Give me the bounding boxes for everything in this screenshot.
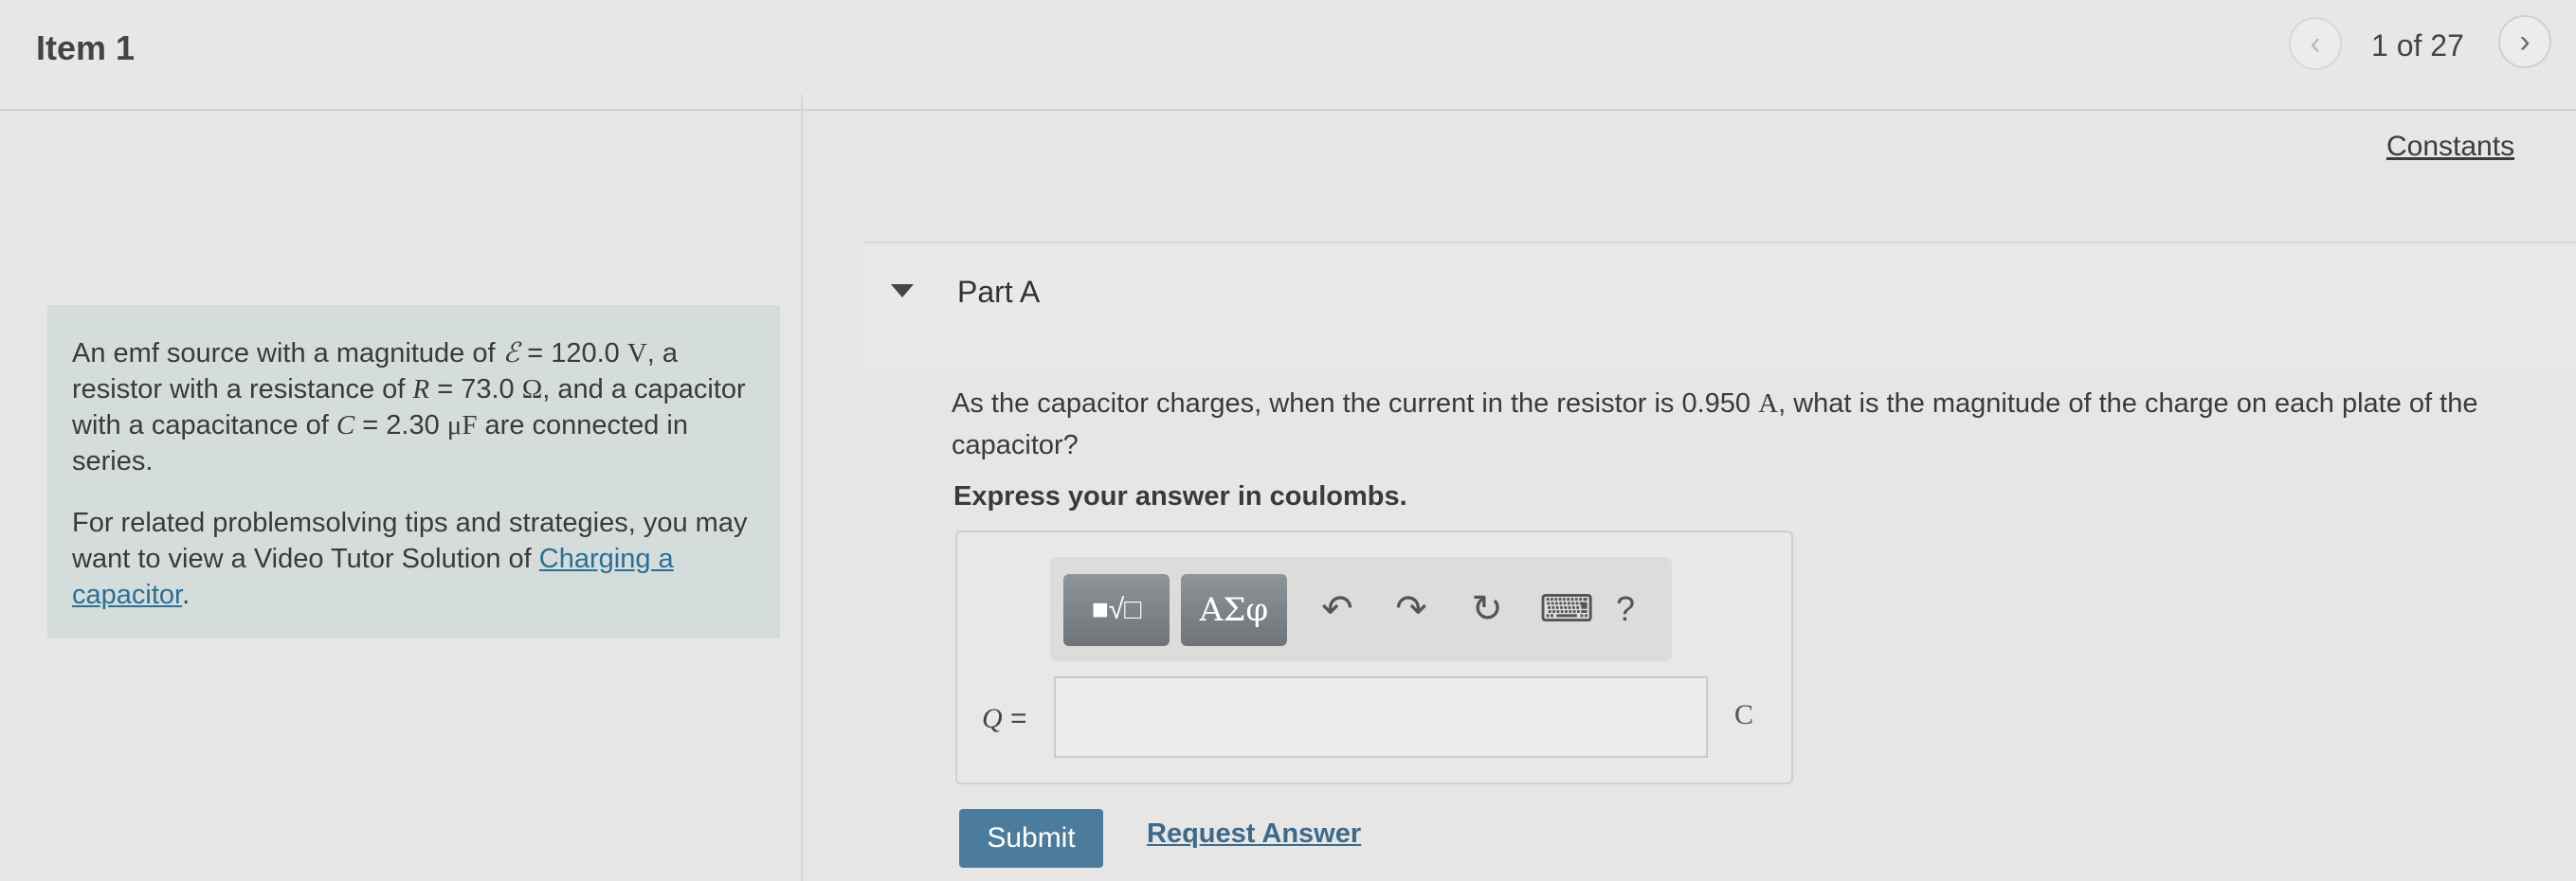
math-toolbar: ■√□ ΑΣφ ↶ ↷ ↻ ⌨ ? [1050,557,1672,661]
greek-symbols-icon: ΑΣφ [1199,591,1269,629]
answer-instruction: Express your answer in coulombs. [953,481,1407,512]
greek-symbols-button[interactable]: ΑΣφ [1181,574,1287,646]
submit-button[interactable]: Submit [959,809,1103,868]
question-text: As the capacitor charges, when the curre… [952,388,2478,460]
page-count: 1 of 27 [2371,28,2464,63]
reset-icon[interactable]: ↻ [1463,585,1511,633]
undo-icon[interactable]: ↶ [1314,585,1361,633]
answer-variable-label: Q = [982,703,1027,734]
tips-paragraph: For related problemsolving tips and stra… [72,508,748,610]
redo-icon[interactable]: ↷ [1388,585,1435,633]
next-item-button[interactable]: › [2498,15,2551,68]
top-bar: Item 1 ‹ 1 of 27 › [0,0,2576,111]
part-header [862,242,2576,367]
templates-icon: ■√□ [1091,594,1142,625]
answer-unit: C [1734,699,1754,730]
constants-link[interactable]: Constants [2386,131,2514,163]
request-answer-link[interactable]: Request Answer [1147,818,1361,850]
chevron-right-icon: › [2519,23,2531,60]
previous-item-button[interactable]: ‹ [2289,17,2342,70]
help-icon[interactable]: ? [1602,585,1649,633]
item-title: Item 1 [36,28,136,67]
templates-button[interactable]: ■√□ [1063,574,1170,646]
answer-input[interactable] [1054,676,1708,758]
chevron-left-icon: ‹ [2310,25,2321,62]
part-title[interactable]: Part A [957,275,1040,310]
collapse-triangle-icon[interactable] [891,284,914,297]
problem-intro: An emf source with a magnitude of ℰ = 12… [47,305,780,638]
keyboard-icon[interactable]: ⌨ [1539,585,1594,633]
column-divider [801,95,803,881]
problem-statement: An emf source with a magnitude of ℰ = 12… [72,338,746,476]
